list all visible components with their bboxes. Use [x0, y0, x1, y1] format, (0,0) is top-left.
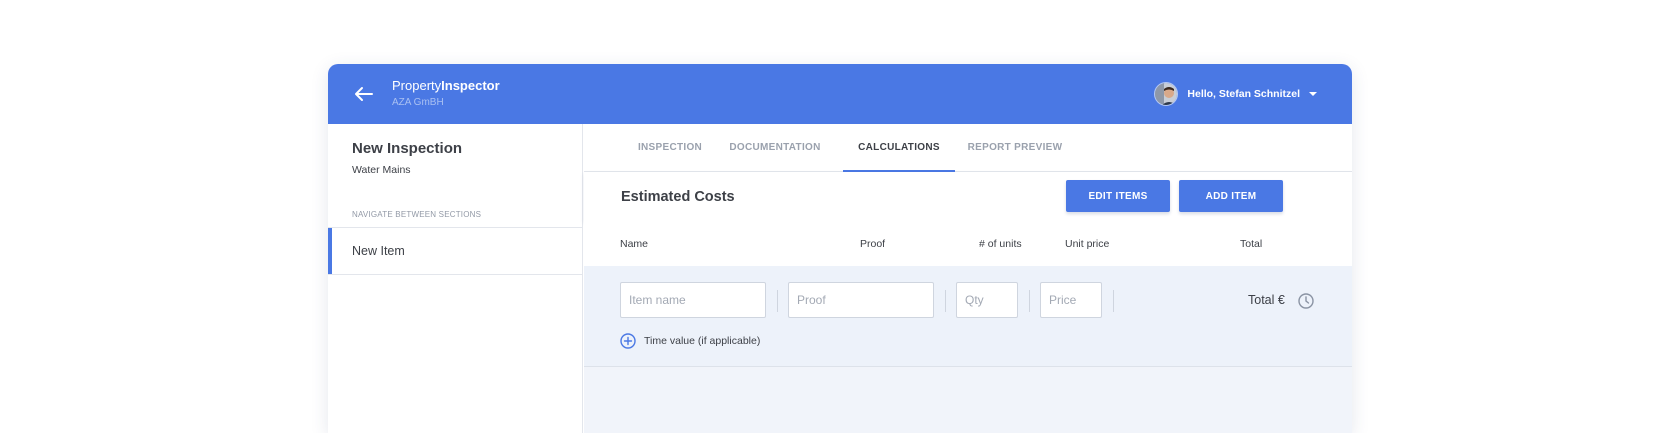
tab-bar: INSPECTION DOCUMENTATION CALCULATIONS RE…: [584, 124, 1352, 172]
inspection-subtitle: Water Mains: [352, 164, 411, 176]
app-window: PropertyInspector AZA GmBH Hello, Stefan…: [328, 64, 1352, 433]
user-greeting: Hello, Stefan Schnitzel: [1187, 88, 1300, 100]
divider: [1029, 290, 1030, 312]
back-button[interactable]: [350, 80, 378, 108]
column-header-units: # of units: [979, 238, 1022, 250]
tab-documentation[interactable]: DOCUMENTATION: [718, 124, 832, 172]
price-input[interactable]: [1040, 282, 1102, 318]
top-bar: PropertyInspector AZA GmBH Hello, Stefan…: [328, 64, 1352, 124]
column-header-unit-price: Unit price: [1065, 238, 1110, 250]
caret-down-icon: [1309, 92, 1317, 96]
nav-caption: NAVIGATE BETWEEN SECTIONS: [352, 210, 482, 219]
column-header-proof: Proof: [860, 238, 886, 250]
tab-label: CALCULATIONS: [858, 142, 940, 153]
user-photo: [1155, 83, 1178, 105]
user-menu[interactable]: Hello, Stefan Schnitzel: [1154, 81, 1317, 107]
tab-inspection[interactable]: INSPECTION: [624, 124, 716, 172]
costs-header: Estimated Costs EDIT ITEMS ADD ITEM: [584, 172, 1352, 221]
sidebar-item-label: New Item: [352, 244, 405, 258]
section-title: Estimated Costs: [621, 189, 735, 205]
company-name: AZA GmBH: [392, 97, 444, 108]
arrow-left-icon: [355, 87, 373, 101]
active-indicator: [328, 228, 332, 274]
row-total: Total €: [1248, 293, 1285, 307]
add-time-value-toggle[interactable]: Time value (if applicable): [620, 332, 760, 350]
plus-circle-icon: [620, 333, 636, 349]
sidebar: New Inspection Water Mains NAVIGATE BETW…: [328, 124, 583, 433]
main-content: INSPECTION DOCUMENTATION CALCULATIONS RE…: [584, 124, 1352, 433]
tab-report-preview[interactable]: REPORT PREVIEW: [960, 124, 1070, 172]
tab-label: REPORT PREVIEW: [967, 142, 1063, 153]
item-name-input[interactable]: [620, 282, 766, 318]
column-header-total: Total: [1240, 238, 1263, 250]
brand-regular: Property: [392, 78, 442, 93]
proof-input[interactable]: [788, 282, 934, 318]
quantity-input[interactable]: [956, 282, 1018, 318]
tab-label: DOCUMENTATION: [729, 142, 821, 153]
time-toggle-label: Time value (if applicable): [644, 335, 761, 347]
table-header: Name Proof # of units Unit price Total: [584, 221, 1352, 266]
app-brand: PropertyInspector: [392, 78, 500, 94]
table-row: Total € Time value (if applicable): [584, 266, 1352, 367]
column-header-name: Name: [620, 238, 649, 250]
divider: [945, 290, 946, 312]
brand-bold: Inspector: [441, 78, 500, 93]
clock-icon[interactable]: [1297, 292, 1315, 310]
add-item-button[interactable]: ADD ITEM: [1179, 180, 1283, 212]
inspection-title: New Inspection: [352, 140, 463, 157]
tab-label: INSPECTION: [637, 142, 703, 153]
divider: [1113, 290, 1114, 312]
divider: [777, 290, 778, 312]
edit-items-button[interactable]: EDIT ITEMS: [1066, 180, 1170, 212]
tab-calculations[interactable]: CALCULATIONS: [843, 124, 955, 172]
avatar: [1154, 82, 1179, 106]
sidebar-item-new-item[interactable]: New Item: [328, 227, 583, 275]
